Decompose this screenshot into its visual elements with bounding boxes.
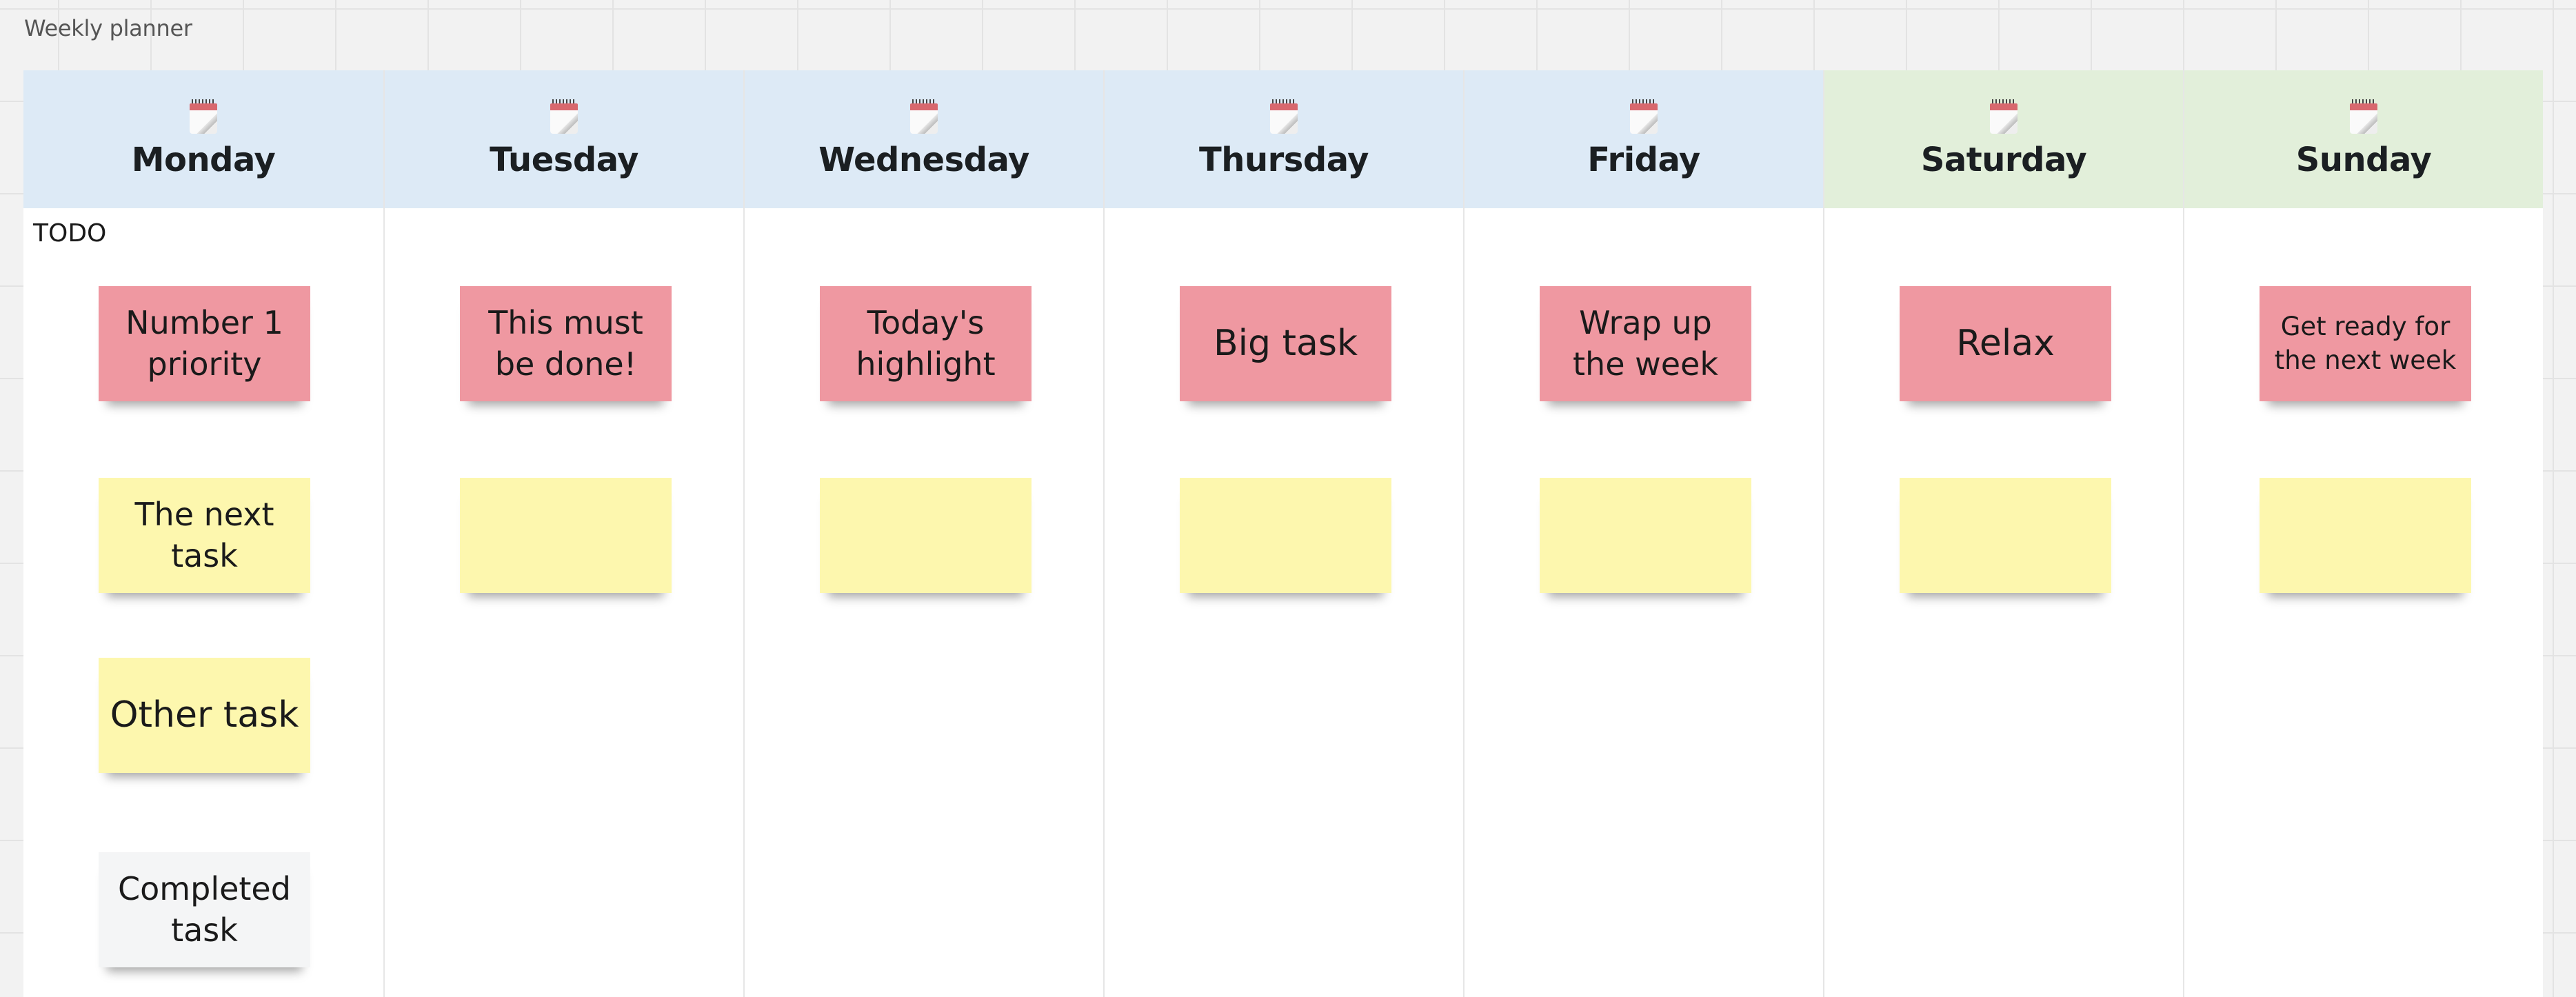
day-column-monday: Monday TODO Number 1 priority The next t… bbox=[23, 70, 383, 997]
day-name: Friday bbox=[1587, 141, 1700, 179]
day-name: Sunday bbox=[2295, 141, 2432, 179]
day-header-monday[interactable]: Monday bbox=[23, 70, 383, 208]
day-header-saturday[interactable]: Saturday bbox=[1824, 70, 2183, 208]
day-header-tuesday[interactable]: Tuesday bbox=[385, 70, 743, 208]
board-title: Weekly planner bbox=[24, 15, 192, 41]
spiral-calendar-icon bbox=[1630, 99, 1658, 134]
day-name: Wednesday bbox=[818, 141, 1029, 179]
spiral-calendar-icon bbox=[910, 99, 938, 134]
day-body-tuesday: This must be done! bbox=[385, 208, 743, 997]
sticky-note[interactable]: The next task bbox=[99, 478, 310, 593]
sticky-note[interactable]: Other task bbox=[99, 658, 310, 773]
day-body-thursday: Big task bbox=[1105, 208, 1463, 997]
day-body-friday: Wrap up the week bbox=[1465, 208, 1823, 997]
day-header-thursday[interactable]: Thursday bbox=[1105, 70, 1463, 208]
day-column-saturday: Saturday Relax bbox=[1823, 70, 2183, 997]
sticky-note[interactable]: Big task bbox=[1180, 286, 1391, 401]
day-column-thursday: Thursday Big task bbox=[1103, 70, 1463, 997]
sticky-note-empty[interactable] bbox=[820, 478, 1032, 593]
sticky-note-empty[interactable] bbox=[1900, 478, 2111, 593]
day-column-sunday: Sunday Get ready for the next week bbox=[2183, 70, 2543, 997]
sticky-note-empty[interactable] bbox=[1180, 478, 1391, 593]
sticky-note-empty[interactable] bbox=[2260, 478, 2471, 593]
sticky-note-completed[interactable]: Completed task bbox=[99, 852, 310, 967]
weekly-planner-board: Monday TODO Number 1 priority The next t… bbox=[23, 70, 2543, 997]
day-header-sunday[interactable]: Sunday bbox=[2184, 70, 2543, 208]
sticky-note[interactable]: Number 1 priority bbox=[99, 286, 310, 401]
day-body-saturday: Relax bbox=[1824, 208, 2183, 997]
sticky-note-empty[interactable] bbox=[1540, 478, 1751, 593]
sticky-note-empty[interactable] bbox=[460, 478, 672, 593]
sticky-note[interactable]: Get ready for the next week bbox=[2260, 286, 2471, 401]
sticky-note[interactable]: This must be done! bbox=[460, 286, 672, 401]
spiral-calendar-icon bbox=[550, 99, 578, 134]
spiral-calendar-icon bbox=[190, 99, 217, 134]
sticky-note[interactable]: Today's highlight bbox=[820, 286, 1032, 401]
day-name: Tuesday bbox=[490, 141, 638, 179]
day-header-friday[interactable]: Friday bbox=[1465, 70, 1823, 208]
todo-label: TODO bbox=[33, 219, 107, 248]
day-header-wednesday[interactable]: Wednesday bbox=[745, 70, 1103, 208]
day-column-tuesday: Tuesday This must be done! bbox=[383, 70, 743, 997]
spiral-calendar-icon bbox=[1270, 99, 1298, 134]
day-column-wednesday: Wednesday Today's highlight bbox=[743, 70, 1103, 997]
day-column-friday: Friday Wrap up the week bbox=[1463, 70, 1823, 997]
day-name: Monday bbox=[131, 141, 276, 179]
day-name: Thursday bbox=[1199, 141, 1369, 179]
day-body-monday: TODO Number 1 priority The next task Oth… bbox=[23, 208, 383, 997]
spiral-calendar-icon bbox=[2350, 99, 2377, 134]
sticky-note[interactable]: Wrap up the week bbox=[1540, 286, 1751, 401]
spiral-calendar-icon bbox=[1990, 99, 2017, 134]
day-body-wednesday: Today's highlight bbox=[745, 208, 1103, 997]
sticky-note[interactable]: Relax bbox=[1900, 286, 2111, 401]
day-name: Saturday bbox=[1920, 141, 2087, 179]
day-body-sunday: Get ready for the next week bbox=[2184, 208, 2543, 997]
